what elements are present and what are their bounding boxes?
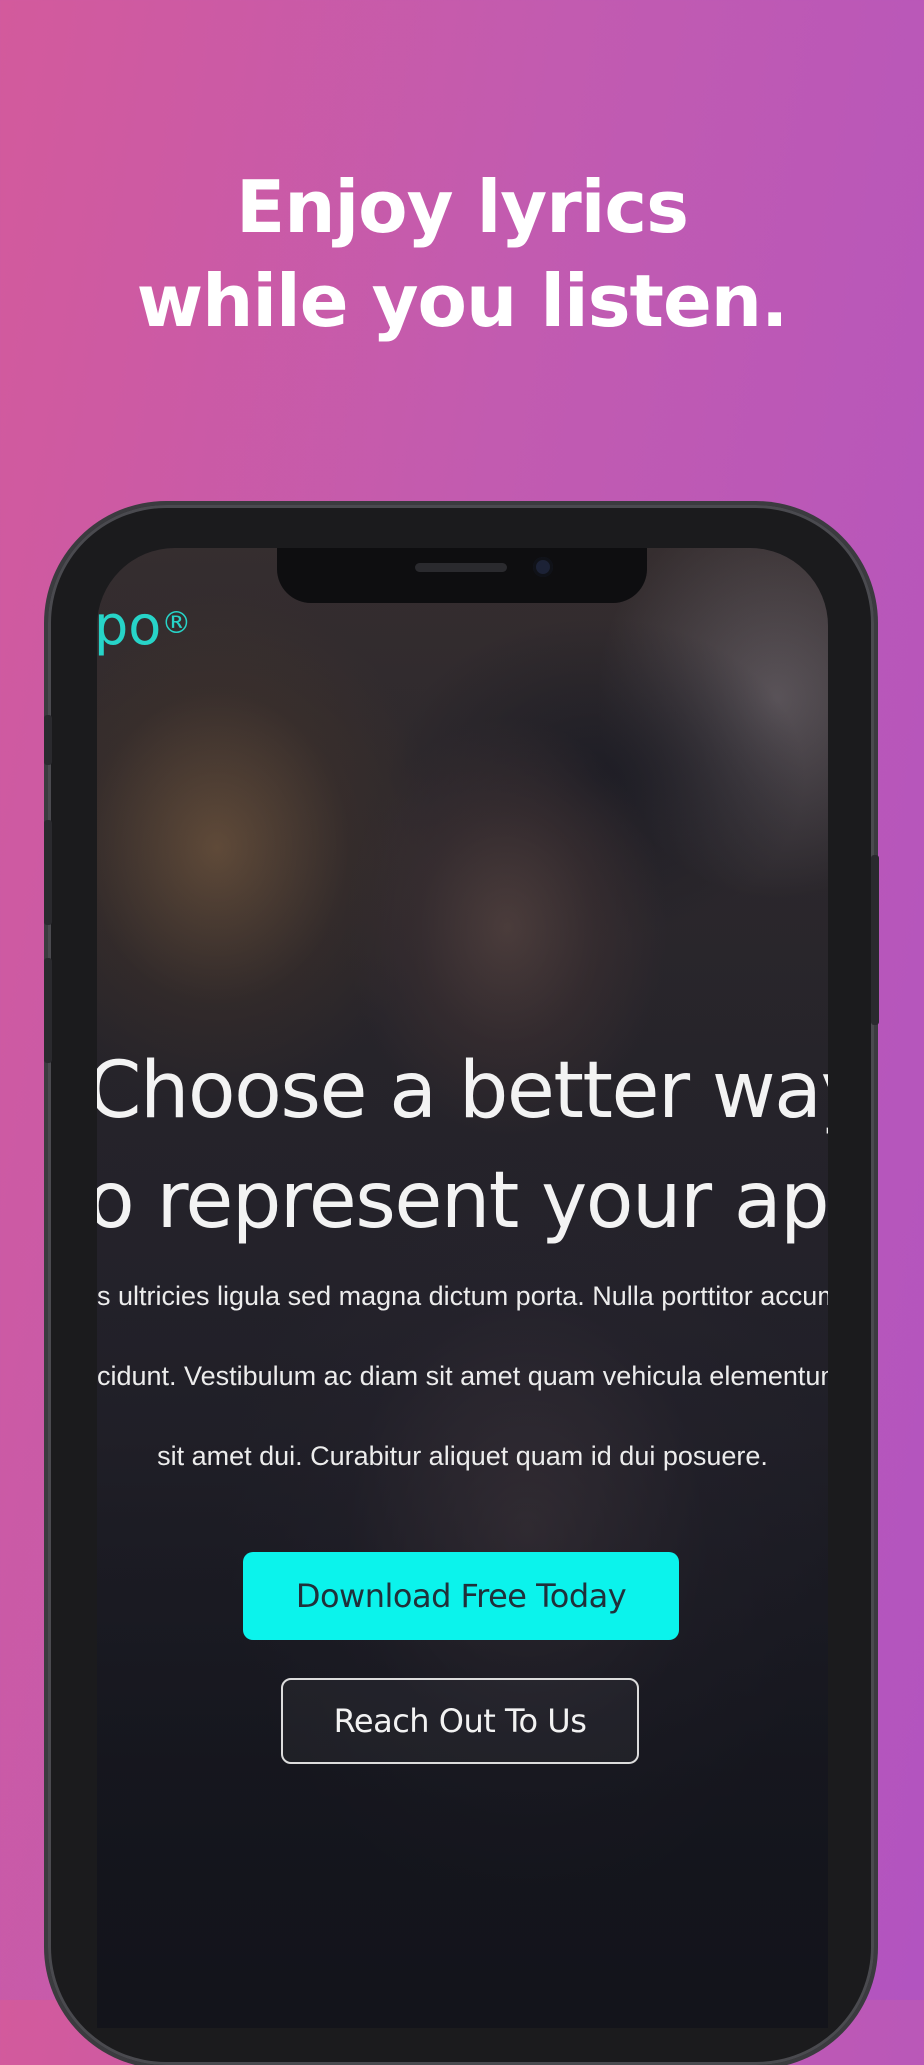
reach-out-button[interactable]: Reach Out To Us xyxy=(281,1678,639,1764)
hero-description-line-3: sit amet dui. Curabitur aliquet quam id … xyxy=(157,1441,768,1471)
phone-side-button-volume-down xyxy=(44,958,52,1063)
hero-description-line-1: s ultricies ligula sed magna dictum port… xyxy=(97,1281,828,1311)
phone-side-button-power xyxy=(871,855,879,1025)
promo-headline-line-2: while you listen. xyxy=(136,259,789,343)
camera-icon xyxy=(533,557,553,577)
hero-title-line-1: Choose a better way xyxy=(97,1046,828,1136)
hero-title: Choose a better way o represent your app xyxy=(97,1036,828,1256)
hero-description: s ultricies ligula sed magna dictum port… xyxy=(97,1256,828,1496)
hero-description-line-2: cidunt. Vestibulum ac diam sit amet quam… xyxy=(97,1361,828,1391)
hero-title-line-2: o represent your app xyxy=(97,1156,828,1246)
phone-screen: po® Choose a better way o represent your… xyxy=(97,548,828,2028)
speaker-grille-icon xyxy=(415,563,507,572)
app-logo-text: po xyxy=(97,594,162,657)
app-logo[interactable]: po® xyxy=(97,596,191,656)
phone-notch xyxy=(277,548,647,603)
registered-mark: ® xyxy=(161,606,192,641)
promo-headline-line-1: Enjoy lyrics xyxy=(236,165,689,249)
download-free-button[interactable]: Download Free Today xyxy=(243,1552,679,1640)
phone-side-button-silent xyxy=(44,715,52,765)
promo-headline: Enjoy lyrics while you listen. xyxy=(0,160,924,348)
phone-side-button-volume-up xyxy=(44,820,52,925)
